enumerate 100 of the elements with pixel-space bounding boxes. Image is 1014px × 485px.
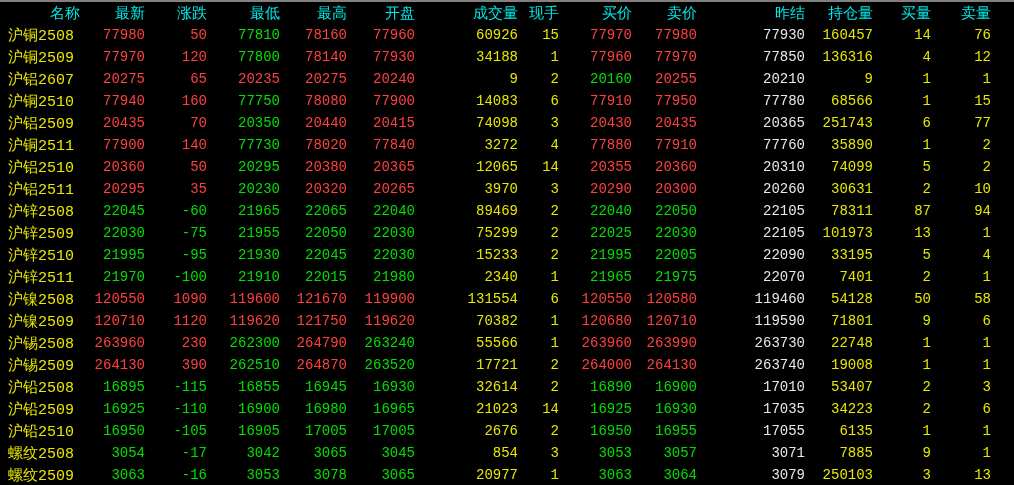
table-cell: 22015 bbox=[305, 269, 347, 285]
table-cell: -115 bbox=[173, 379, 207, 395]
table-cell: 77960 bbox=[590, 49, 632, 65]
table-cell: 3045 bbox=[381, 445, 415, 461]
table-cell: 19008 bbox=[831, 357, 873, 373]
table-cell: 119600 bbox=[229, 291, 280, 307]
table-cell: 3079 bbox=[771, 467, 805, 483]
contract-name: 沪铜2511 bbox=[7, 135, 75, 155]
table-cell: 264790 bbox=[296, 335, 347, 351]
table-cell: 854 bbox=[492, 445, 518, 461]
column-header[interactable]: 名称 bbox=[50, 3, 80, 23]
table-cell: 78080 bbox=[305, 93, 347, 109]
column-header[interactable]: 买量 bbox=[901, 3, 931, 23]
table-cell: 9 bbox=[922, 445, 931, 461]
table-cell: 20310 bbox=[763, 159, 805, 175]
table-cell: 20350 bbox=[238, 115, 280, 131]
table-cell: 2 bbox=[550, 423, 559, 439]
table-cell: 9 bbox=[922, 313, 931, 329]
table-cell: 22105 bbox=[763, 225, 805, 241]
contract-name: 沪铜2508 bbox=[7, 25, 75, 45]
table-cell: 50 bbox=[190, 27, 207, 43]
contract-name: 沪铅2508 bbox=[7, 377, 75, 397]
table-cell: 77760 bbox=[763, 137, 805, 153]
table-cell: 16895 bbox=[103, 379, 145, 395]
table-cell: 78160 bbox=[305, 27, 347, 43]
column-header[interactable]: 涨跌 bbox=[177, 3, 207, 23]
table-cell: 20275 bbox=[103, 71, 145, 87]
table-cell: 13 bbox=[914, 225, 931, 241]
column-header[interactable]: 卖量 bbox=[961, 3, 991, 23]
table-cell: 1 bbox=[922, 93, 931, 109]
table-cell: 15 bbox=[974, 93, 991, 109]
column-header[interactable]: 开盘 bbox=[385, 3, 415, 23]
table-cell: 21995 bbox=[103, 247, 145, 263]
table-cell: 50 bbox=[914, 291, 931, 307]
table-cell: 20290 bbox=[590, 181, 632, 197]
table-cell: -100 bbox=[173, 269, 207, 285]
table-cell: 21980 bbox=[373, 269, 415, 285]
table-cell: 68566 bbox=[831, 93, 873, 109]
table-cell: -75 bbox=[181, 225, 207, 241]
table-cell: 3063 bbox=[598, 467, 632, 483]
column-header[interactable]: 现手 bbox=[529, 3, 559, 23]
table-cell: 22030 bbox=[655, 225, 697, 241]
table-cell: 16890 bbox=[590, 379, 632, 395]
table-cell: 22005 bbox=[655, 247, 697, 263]
table-cell: 1 bbox=[550, 49, 559, 65]
table-cell: 1 bbox=[550, 335, 559, 351]
contract-name: 沪铅2509 bbox=[7, 399, 75, 419]
table-cell: 262510 bbox=[229, 357, 280, 373]
table-cell: 76 bbox=[974, 27, 991, 43]
table-cell: 2 bbox=[550, 71, 559, 87]
table-cell: 119460 bbox=[754, 291, 805, 307]
table-cell: 78311 bbox=[831, 203, 873, 219]
table-cell: 3 bbox=[550, 115, 559, 131]
table-cell: 35890 bbox=[831, 137, 873, 153]
table-cell: 2 bbox=[922, 269, 931, 285]
table-cell: 16950 bbox=[103, 423, 145, 439]
table-cell: 2 bbox=[550, 203, 559, 219]
contract-name: 沪锌2510 bbox=[7, 245, 75, 265]
table-cell: 20265 bbox=[373, 181, 415, 197]
table-cell: 20365 bbox=[763, 115, 805, 131]
table-cell: 21965 bbox=[238, 203, 280, 219]
contract-name: 沪锡2508 bbox=[7, 333, 75, 353]
table-cell: 20355 bbox=[590, 159, 632, 175]
table-cell: 251743 bbox=[822, 115, 873, 131]
table-cell: 16980 bbox=[305, 401, 347, 417]
table-cell: 20380 bbox=[305, 159, 347, 175]
table-cell: 77910 bbox=[590, 93, 632, 109]
table-cell: 87 bbox=[914, 203, 931, 219]
table-cell: 264130 bbox=[646, 357, 697, 373]
column-header[interactable]: 成交量 bbox=[473, 3, 518, 23]
table-cell: 264870 bbox=[296, 357, 347, 373]
table-cell: 16955 bbox=[655, 423, 697, 439]
column-header[interactable]: 最低 bbox=[250, 3, 280, 23]
table-cell: 14083 bbox=[476, 93, 518, 109]
table-cell: 120710 bbox=[646, 313, 697, 329]
table-cell: 15233 bbox=[476, 247, 518, 263]
table-cell: 3078 bbox=[313, 467, 347, 483]
table-cell: 3 bbox=[982, 379, 991, 395]
table-cell: 30631 bbox=[831, 181, 873, 197]
table-cell: 119620 bbox=[229, 313, 280, 329]
column-header[interactable]: 买价 bbox=[602, 3, 632, 23]
table-cell: 16930 bbox=[655, 401, 697, 417]
table-cell: 6135 bbox=[839, 423, 873, 439]
column-header[interactable]: 持仓量 bbox=[828, 3, 873, 23]
table-cell: 77960 bbox=[373, 27, 415, 43]
column-header[interactable]: 卖价 bbox=[667, 3, 697, 23]
table-cell: 20360 bbox=[103, 159, 145, 175]
table-cell: 17721 bbox=[476, 357, 518, 373]
table-cell: 6 bbox=[550, 291, 559, 307]
column-header[interactable]: 最新 bbox=[115, 3, 145, 23]
column-header[interactable]: 昨结 bbox=[775, 3, 805, 23]
table-cell: 263520 bbox=[364, 357, 415, 373]
table-cell: 264000 bbox=[581, 357, 632, 373]
contract-name: 螺纹2509 bbox=[7, 465, 75, 485]
column-header[interactable]: 最高 bbox=[317, 3, 347, 23]
table-cell: 20415 bbox=[373, 115, 415, 131]
table-cell: 14 bbox=[542, 401, 559, 417]
table-cell: 1 bbox=[922, 423, 931, 439]
table-cell: 20360 bbox=[655, 159, 697, 175]
table-cell: 77970 bbox=[590, 27, 632, 43]
